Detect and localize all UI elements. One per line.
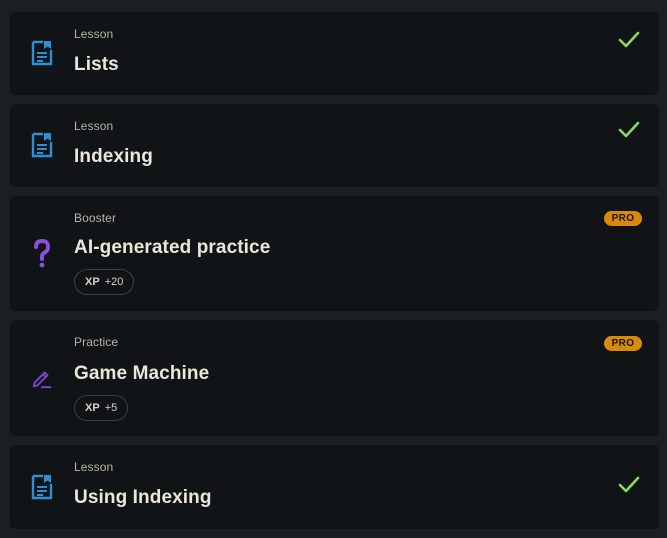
course-item-using-indexing[interactable]: Lesson Using Indexing [10, 445, 659, 529]
item-kind-label: Lesson [74, 119, 114, 133]
item-title: AI-generated practice [74, 237, 271, 258]
course-item-list: Lesson Lists Lesson Indexing Booster AI-… [0, 0, 667, 538]
course-item-ai-generated-practice[interactable]: Booster AI-generated practice PRO XP +20 [10, 196, 659, 311]
booster-question-icon [31, 238, 53, 268]
item-kind-label: Practice [74, 335, 119, 349]
course-item-indexing[interactable]: Lesson Indexing [10, 104, 659, 187]
item-kind-label: Lesson [74, 460, 114, 474]
xp-value: +5 [104, 402, 118, 414]
item-title: Using Indexing [74, 487, 212, 508]
item-kind-label: Lesson [74, 27, 114, 41]
lesson-icon [31, 40, 53, 66]
xp-label: XP [85, 402, 100, 414]
course-item-game-machine[interactable]: Practice Game Machine PRO XP +5 [10, 320, 659, 436]
course-item-lists[interactable]: Lesson Lists [10, 12, 659, 95]
completed-check-icon [617, 30, 641, 50]
lesson-icon [31, 132, 53, 158]
practice-pencil-icon [31, 365, 53, 391]
xp-label: XP [85, 276, 100, 288]
xp-reward-chip: XP +20 [74, 269, 135, 295]
pro-badge: PRO [604, 336, 642, 351]
item-kind-label: Booster [74, 211, 117, 225]
completed-check-icon [617, 120, 641, 140]
lesson-icon [31, 474, 53, 500]
pro-badge: PRO [604, 211, 642, 226]
xp-reward-chip: XP +5 [74, 395, 129, 421]
item-title: Lists [74, 54, 119, 75]
completed-check-icon [617, 475, 641, 495]
xp-value: +20 [104, 276, 124, 288]
item-title: Game Machine [74, 363, 210, 384]
item-title: Indexing [74, 146, 153, 167]
